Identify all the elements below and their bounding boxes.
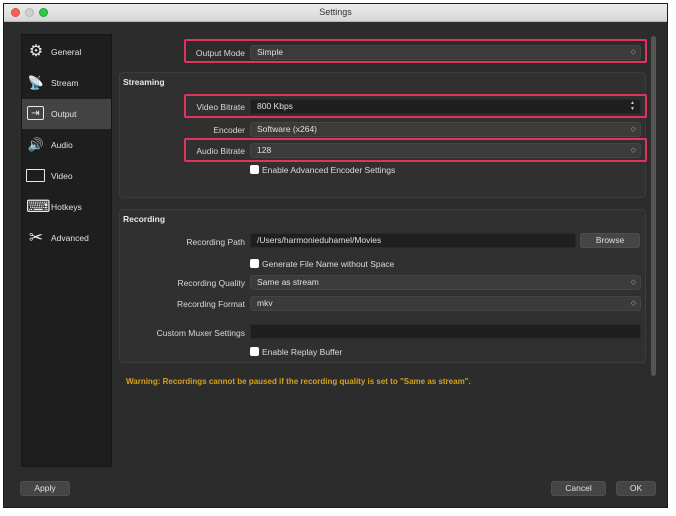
title-bar: Settings — [4, 4, 667, 22]
sidebar-item-output[interactable]: ⇥ Output — [22, 99, 111, 129]
close-window-icon[interactable] — [11, 8, 20, 17]
no-space-label: Generate File Name without Space — [262, 259, 395, 269]
no-space-checkbox[interactable] — [250, 259, 259, 269]
sidebar-item-video[interactable]: 🖵 Video — [22, 161, 111, 191]
no-space-checkbox-row[interactable]: Generate File Name without Space — [250, 258, 394, 270]
sidebar-item-label: Audio — [51, 140, 73, 150]
keyboard-icon: ⌨ — [26, 197, 51, 216]
sidebar-item-label: Video — [51, 171, 73, 181]
recording-quality-value: Same as stream — [257, 277, 319, 287]
output-mode-label: Output Mode — [195, 48, 245, 58]
recording-path-label: Recording Path — [186, 237, 245, 247]
recording-section-title: Recording — [123, 214, 166, 224]
apply-button[interactable]: Apply — [20, 481, 70, 496]
speaker-icon: 🔊 — [27, 137, 45, 152]
spin-arrows-icon[interactable]: ▲ ▼ — [628, 100, 637, 113]
audio-bitrate-select[interactable]: 128 ◇ — [250, 143, 641, 158]
minimize-window-icon[interactable] — [25, 8, 34, 17]
output-mode-select[interactable]: Simple ◇ — [250, 45, 641, 60]
sidebar-item-audio[interactable]: 🔊 Audio — [22, 130, 111, 160]
output-settings-panel: Output Mode Simple ◇ Streaming Video Bit… — [119, 34, 648, 469]
tools-icon: ✂ — [28, 228, 44, 247]
settings-window: Settings ⚙ General 📡 Stream ⇥ Output 🔊 A… — [3, 3, 668, 508]
chevron-updown-icon: ◇ — [630, 126, 636, 133]
sidebar-item-general[interactable]: ⚙ General — [22, 37, 111, 67]
custom-muxer-input[interactable] — [250, 324, 641, 339]
chevron-updown-icon: ◇ — [630, 49, 636, 56]
encoder-label: Encoder — [213, 125, 245, 135]
sidebar-item-stream[interactable]: 📡 Stream — [22, 68, 111, 98]
warning-text: Warning: Recordings cannot be paused if … — [126, 377, 471, 386]
zoom-window-icon[interactable] — [39, 8, 48, 17]
recording-path-value: /Users/harmonieduhamel/Movies — [257, 235, 382, 245]
sidebar-item-label: General — [51, 47, 82, 57]
recording-quality-label: Recording Quality — [177, 278, 245, 288]
audio-bitrate-label: Audio Bitrate — [196, 146, 245, 156]
advanced-encoder-checkbox-row[interactable]: Enable Advanced Encoder Settings — [250, 164, 395, 176]
recording-quality-select[interactable]: Same as stream ◇ — [250, 275, 641, 290]
recording-format-select[interactable]: mkv ◇ — [250, 296, 641, 311]
custom-muxer-label: Custom Muxer Settings — [156, 328, 245, 338]
replay-buffer-label: Enable Replay Buffer — [262, 347, 343, 357]
monitor-icon: 🖵 — [26, 169, 45, 182]
gear-icon: ⚙ — [28, 43, 44, 60]
audio-bitrate-value: 128 — [257, 145, 272, 155]
cancel-button[interactable]: Cancel — [551, 481, 606, 496]
replay-buffer-checkbox[interactable] — [250, 347, 259, 357]
recording-format-label: Recording Format — [176, 299, 245, 309]
advanced-encoder-label: Enable Advanced Encoder Settings — [262, 165, 396, 175]
sidebar-item-hotkeys[interactable]: ⌨ Hotkeys — [22, 192, 111, 222]
chevron-updown-icon: ◇ — [630, 300, 636, 307]
video-bitrate-value: 800 Kbps — [257, 101, 293, 111]
sidebar-item-advanced[interactable]: ✂ Advanced — [22, 223, 111, 253]
sidebar-item-label: Stream — [51, 78, 79, 88]
antenna-icon: 📡 — [27, 75, 45, 90]
encoder-value: Software (x264) — [257, 124, 317, 134]
settings-sidebar: ⚙ General 📡 Stream ⇥ Output 🔊 Audio 🖵 Vi… — [21, 34, 112, 467]
recording-path-input[interactable]: /Users/harmonieduhamel/Movies — [250, 233, 576, 248]
content-scrollbar[interactable] — [651, 36, 656, 376]
window-title: Settings — [319, 7, 352, 17]
video-bitrate-spinbox[interactable]: 800 Kbps ▲ ▼ — [250, 99, 641, 114]
streaming-section-title: Streaming — [123, 77, 165, 87]
video-bitrate-label: Video Bitrate — [196, 102, 245, 112]
chevron-updown-icon: ◇ — [630, 279, 636, 286]
sidebar-item-label: Hotkeys — [51, 202, 82, 212]
advanced-encoder-checkbox[interactable] — [250, 165, 259, 175]
output-mode-value: Simple — [257, 47, 283, 57]
ok-button[interactable]: OK — [616, 481, 656, 496]
encoder-select[interactable]: Software (x264) ◇ — [250, 122, 641, 137]
sidebar-item-label: Output — [51, 109, 77, 119]
replay-buffer-checkbox-row[interactable]: Enable Replay Buffer — [250, 346, 342, 358]
recording-format-value: mkv — [257, 298, 273, 308]
chevron-updown-icon: ◇ — [630, 147, 636, 154]
browse-button[interactable]: Browse — [580, 233, 640, 248]
output-icon: ⇥ — [27, 106, 44, 120]
sidebar-item-label: Advanced — [51, 233, 89, 243]
